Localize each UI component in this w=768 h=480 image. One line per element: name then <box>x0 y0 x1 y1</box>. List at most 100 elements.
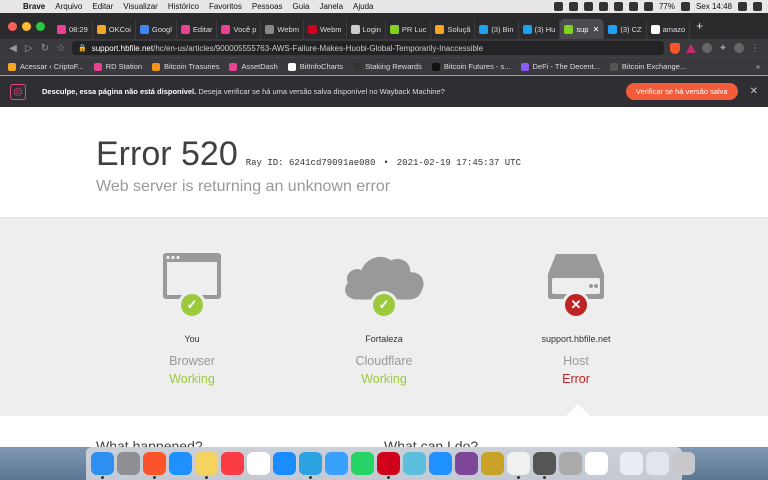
minimize-window-button[interactable] <box>22 21 31 31</box>
tor-icon[interactable] <box>455 452 478 475</box>
calendar-icon[interactable] <box>247 452 270 475</box>
volume-icon[interactable] <box>643 2 653 11</box>
bookmarks-overflow-icon[interactable]: » <box>756 62 760 71</box>
new-tab-button[interactable]: + <box>690 19 709 33</box>
reload-button[interactable]: ↻ <box>40 43 50 54</box>
bookmark-item[interactable]: DeFi - The Decent... <box>520 62 600 71</box>
menu-item-people[interactable]: Pessoas <box>247 2 288 11</box>
extension-icon[interactable] <box>702 43 712 53</box>
battery-percent[interactable]: 77% <box>659 2 675 11</box>
extensions-puzzle-icon[interactable]: ✦ <box>718 43 728 54</box>
bookmark-favicon-icon <box>93 62 102 71</box>
notion-icon[interactable] <box>585 452 608 475</box>
browser-tab[interactable]: PR Luc <box>386 19 432 39</box>
profile-avatar[interactable] <box>734 43 744 53</box>
calculator-icon[interactable] <box>533 452 556 479</box>
menu-app-name[interactable]: Brave <box>18 2 50 11</box>
bookmark-item[interactable]: Bitcoin Futures - s... <box>431 62 511 71</box>
bookmark-label: DeFi - The Decent... <box>532 62 600 71</box>
whatsapp-icon[interactable] <box>351 452 374 475</box>
brave-shields-icon[interactable] <box>670 42 680 54</box>
browser-tab[interactable]: (3) Hu <box>519 19 561 39</box>
brave-rewards-icon[interactable] <box>686 43 696 53</box>
bee-icon[interactable] <box>481 452 504 475</box>
textedit-icon[interactable] <box>507 452 530 479</box>
safari-icon[interactable] <box>169 452 192 475</box>
browser-tab[interactable]: (3) Bin <box>475 19 519 39</box>
finder-icon[interactable] <box>91 452 114 479</box>
status-icon[interactable] <box>568 2 578 11</box>
forward-button[interactable]: ▷ <box>24 43 34 54</box>
close-window-button[interactable] <box>8 21 17 31</box>
status-icon[interactable] <box>598 2 608 11</box>
menu-item-window[interactable]: Janela <box>314 2 348 11</box>
address-bar[interactable]: 🔒 support.hbfile.net /hc/en-us/articles/… <box>72 41 664 55</box>
zoom-window-button[interactable] <box>36 21 45 31</box>
check-saved-version-button[interactable]: Verificar se há versão salva <box>625 83 738 100</box>
error-header: Error 520 Ray ID: 6241cd79091ae080 • 202… <box>0 107 768 218</box>
menu-kebab-icon[interactable]: ⋮ <box>750 43 760 54</box>
bookmark-item[interactable]: Bitcoin Trasuries <box>152 62 219 71</box>
lock-icon[interactable]: 🔒 <box>78 44 87 52</box>
spotlight-icon[interactable] <box>738 2 747 11</box>
app-store-icon[interactable] <box>273 452 296 475</box>
menu-item-history[interactable]: Histórico <box>163 2 204 11</box>
notes-icon[interactable] <box>195 452 218 479</box>
tab-active[interactable]: sup ✕ <box>560 19 605 39</box>
menu-item-bookmarks[interactable]: Favoritos <box>204 2 247 11</box>
menu-item-edit[interactable]: Editar <box>87 2 118 11</box>
browser-tab[interactable]: OKCoi <box>93 19 136 39</box>
bookmark-item[interactable]: Staking Rewards <box>353 62 422 71</box>
favicon-icon <box>522 24 532 34</box>
bookmark-label: Bitcoin Exchange... <box>621 62 687 71</box>
notification-center-icon[interactable] <box>753 2 762 11</box>
menu-item-view[interactable]: Visualizar <box>118 2 163 11</box>
document-thumbnail-icon[interactable] <box>620 452 643 475</box>
brave-icon[interactable] <box>143 452 166 479</box>
browser-tab[interactable]: 08:29 <box>53 19 93 39</box>
app-icon[interactable] <box>403 452 426 475</box>
trash-icon[interactable] <box>672 452 695 475</box>
status-label: Cloudflare <box>355 354 413 368</box>
menu-item-tab[interactable]: Guia <box>288 2 315 11</box>
browser-tab[interactable]: amazo <box>647 19 691 39</box>
music-icon[interactable] <box>221 452 244 475</box>
browser-tab[interactable]: Soluçã <box>431 19 476 39</box>
status-icon[interactable] <box>553 2 563 11</box>
poker-icon[interactable] <box>377 452 400 479</box>
close-tab-icon[interactable]: ✕ <box>593 25 600 34</box>
dock <box>86 447 695 480</box>
bookmark-item[interactable]: Acessar ‹ CriptoF... <box>8 62 84 71</box>
cloud-icon: ✓ <box>340 252 428 319</box>
preview-icon[interactable] <box>559 452 582 475</box>
telegram-icon[interactable] <box>299 452 322 479</box>
status-icon[interactable] <box>583 2 593 11</box>
battery-icon[interactable] <box>680 2 690 11</box>
bookmark-item[interactable]: RD Station <box>93 62 142 71</box>
menu-item-file[interactable]: Arquivo <box>50 2 87 11</box>
bookmark-item[interactable]: Bitcoin Exchange... <box>609 62 687 71</box>
klever-icon[interactable] <box>429 452 452 475</box>
browser-tab[interactable]: Googl <box>136 19 177 39</box>
bookmark-item[interactable]: AssetDash <box>229 62 278 71</box>
launchpad-icon[interactable] <box>117 452 140 475</box>
tab-label: (3) Hu <box>534 24 556 34</box>
sync-icon[interactable] <box>325 452 348 475</box>
bookmark-item[interactable]: BitInfoCharts <box>287 62 343 71</box>
menu-item-help[interactable]: Ajuda <box>348 2 378 11</box>
bookmark-favicon-icon <box>520 62 529 71</box>
browser-tab[interactable]: (3) CZ <box>604 19 647 39</box>
screenshot-thumbnail-icon[interactable] <box>646 452 669 475</box>
bookmark-star-icon[interactable]: ☆ <box>56 43 66 54</box>
browser-tab[interactable]: Webm <box>304 19 347 39</box>
status-icon[interactable] <box>613 2 623 11</box>
wifi-icon[interactable] <box>628 2 638 11</box>
browser-tab[interactable]: Login <box>347 19 386 39</box>
browser-tab[interactable]: Editar <box>177 19 218 39</box>
menu-clock[interactable]: Sex 14:48 <box>696 2 732 11</box>
browser-tab[interactable]: Você p <box>217 19 262 39</box>
server-icon: ✕ <box>532 252 620 319</box>
close-icon[interactable]: ✕ <box>750 86 758 97</box>
back-button[interactable]: ◀ <box>8 43 18 54</box>
browser-tab[interactable]: Webm <box>261 19 304 39</box>
